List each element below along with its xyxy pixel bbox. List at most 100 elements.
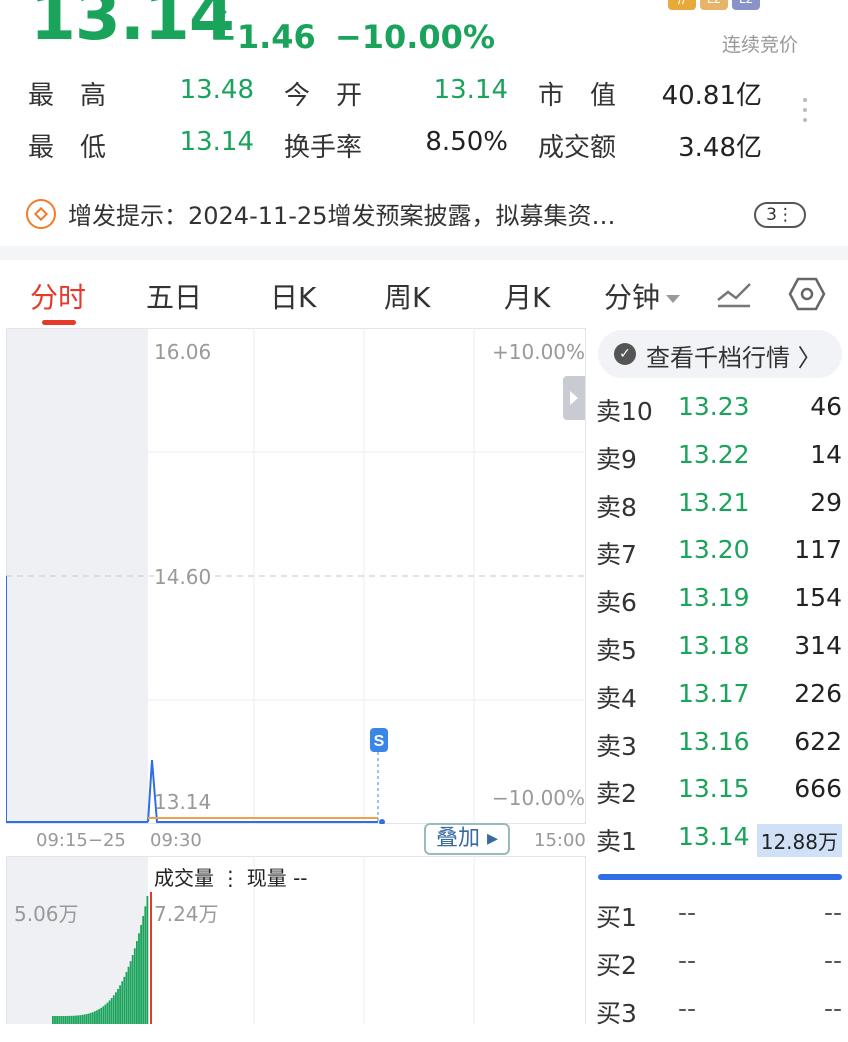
order-side: 卖4 [596,683,637,713]
order-price: -- [678,898,697,927]
volume-bar [58,1015,61,1024]
order-book-row-sell[interactable]: 卖2 13.15 666 [596,774,846,822]
order-volume: -- [823,898,842,927]
stat-value: 13.48 [179,75,254,105]
order-volume: 46 [810,392,842,421]
volume-bar [106,1002,109,1024]
order-price: -- [678,994,697,1023]
time-label-open: 09:30 [150,830,202,851]
volume-bar [104,1004,107,1024]
order-volume: -- [823,946,842,975]
tab-minute[interactable]: 分钟 [604,276,681,316]
tab-intraday[interactable]: 分时 [30,276,86,316]
order-price: 13.16 [678,726,750,756]
order-volume: 117 [794,535,842,565]
pct-tick-top: +10.00% [492,340,586,364]
order-price: 13.18 [678,631,750,660]
order-book-row-sell[interactable]: 卖3 13.16 622 [596,727,846,775]
order-side: 买3 [596,999,637,1028]
order-book-row-sell[interactable]: 卖6 13.19 154 [596,583,846,631]
volume-bar [136,941,138,1024]
order-volume: 622 [794,726,842,756]
volume-bar [91,1012,94,1024]
volume-bar [77,1015,79,1024]
volume-bar [96,1010,98,1024]
volume-bar [54,1016,56,1024]
change-amount: −1.46 [210,18,316,56]
order-side: 买2 [596,951,637,980]
collapse-handle[interactable] [563,376,585,420]
order-side: 卖3 [596,731,637,761]
volume-bar [60,1015,63,1024]
more-icon[interactable] [800,98,810,122]
stat-label: 最 低 [28,133,107,163]
order-book-row-sell[interactable]: 卖4 13.17 226 [596,679,846,727]
volume-bar [94,1011,96,1024]
current-price: 13.14 [30,0,235,55]
order-book-row-buy[interactable]: 买2 -- -- [596,946,846,994]
order-book-row-sell[interactable]: 卖5 13.18 314 [596,631,846,679]
stat-value: 40.81亿 [661,81,762,111]
order-price: 13.22 [678,439,750,469]
order-side: 卖1 [596,827,637,857]
volume-bar [146,896,149,1024]
badge-2: L2 [732,0,760,10]
volume-bar [119,985,121,1024]
tab-five-day[interactable]: 五日 [146,276,202,316]
tab-minute-label: 分钟 [604,281,661,314]
badge-1: L2 [700,0,728,10]
order-book-row-sell[interactable]: 卖9 13.22 14 [596,440,846,488]
order-book-row-sell[interactable]: 卖8 13.21 29 [596,488,846,536]
order-book-row-sell[interactable]: 卖1 13.14 12.88万 [596,822,846,870]
volume-bar [133,948,136,1024]
volume-bar [123,976,126,1024]
volume-bar [85,1014,88,1024]
volume-bar [115,992,117,1024]
level-badges[interactable]: // L2 L2 [668,0,760,10]
settings-hexagon-icon[interactable] [788,276,826,312]
volume-bar [83,1014,86,1024]
order-volume: 12.88万 [756,824,842,858]
volume-bar [89,1012,92,1024]
volume-bar [70,1015,73,1024]
notice-text[interactable]: 增发提示：2024-11-25增发预案披露，拟募集资… [68,196,615,231]
indicator-icon[interactable] [716,280,752,308]
volume-auction-max: 5.06万 [14,902,79,926]
time-label-auction: 09:15−25 [36,830,126,851]
time-label-close: 15:00 [534,830,586,851]
stat-label: 最 高 [28,81,107,111]
trading-status: 连续竞价 [722,34,799,56]
order-book-row-buy[interactable]: 买3 -- -- [596,994,846,1042]
overlay-button[interactable]: 叠加 ▸ [424,823,510,855]
order-book-row-sell[interactable]: 卖7 13.20 117 [596,535,846,583]
volume-bar [75,1015,77,1024]
order-book-row-buy[interactable]: 买1 -- -- [596,898,846,946]
volume-bar [81,1014,84,1024]
notice-count-badge[interactable]: 3⋮ [754,202,806,228]
tab-weekly-k[interactable]: 周K [384,276,430,316]
tab-daily-k[interactable]: 日K [270,276,316,316]
chevron-down-icon [666,295,681,303]
stat-label: 换手率 [284,133,363,163]
stat-label: 今 开 [284,81,363,111]
volume-bar [100,1007,103,1024]
intraday-price-chart[interactable]: S [6,328,586,824]
tab-monthly-k-label: 月K [504,281,551,314]
volume-bar [64,1015,67,1024]
order-side: 卖5 [596,636,637,665]
stat-value: 8.50% [425,127,508,157]
order-price: 13.19 [678,583,750,613]
volume-bar [121,981,124,1024]
order-book-row-sell[interactable]: 卖10 13.23 46 [596,392,846,440]
volume-bar [73,1015,75,1024]
volume-bar [102,1006,105,1024]
y-tick-mid: 14.60 [154,565,212,589]
volume-title[interactable]: 成交量 ⋮ 现量 -- [154,862,308,891]
volume-bar [140,924,142,1024]
order-price: -- [678,946,697,975]
tab-monthly-k[interactable]: 月K [504,276,550,316]
volume-bar [66,1015,69,1024]
volume-max: 7.24万 [154,902,219,926]
order-price: 13.21 [678,487,750,517]
volume-bar [131,954,134,1024]
